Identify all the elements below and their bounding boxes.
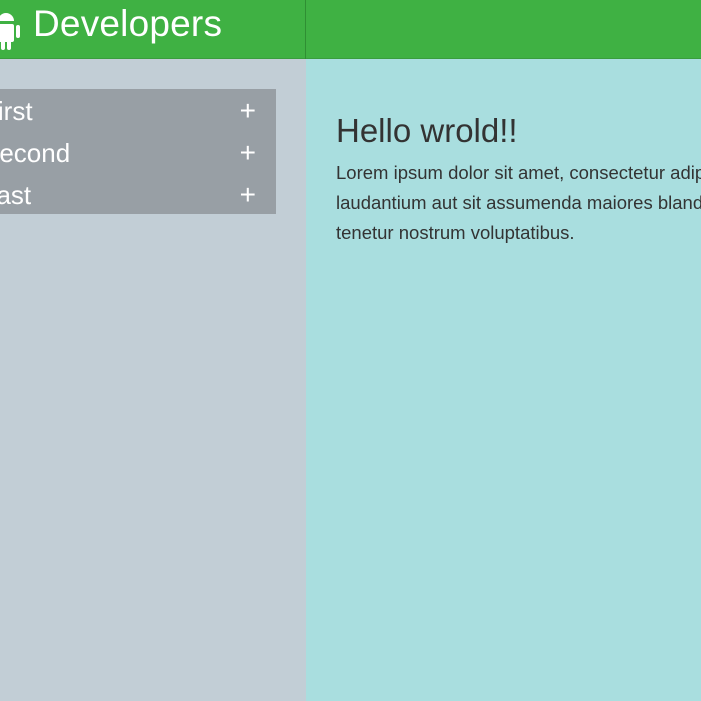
page-title: Hello wrold!! <box>336 112 518 149</box>
body-line: Lorem ipsum dolor sit amet, consectetur … <box>336 162 701 183</box>
sidebar-item-first[interactable]: First + <box>0 89 276 131</box>
sidebar-menu: First + Second + Last + <box>0 89 276 214</box>
header-divider <box>305 0 306 59</box>
sidebar-item-last[interactable]: Last + <box>0 173 276 215</box>
brand-title[interactable]: Developers <box>33 2 222 46</box>
sidebar-item-label: Last <box>0 180 32 210</box>
sidebar-item-label: Second <box>0 138 71 168</box>
sidebar: First + Second + Last + <box>0 59 306 701</box>
expand-plus-icon[interactable]: + <box>240 181 256 209</box>
top-nav-bar: Developers <box>0 0 701 59</box>
main-content: Hello wrold!! Lorem ipsum dolor sit amet… <box>306 59 701 701</box>
sidebar-item-second[interactable]: Second + <box>0 131 276 173</box>
body-line: tenetur nostrum voluptatibus. <box>336 222 575 243</box>
body-paragraph: Lorem ipsum dolor sit amet, consectetur … <box>336 158 701 248</box>
sidebar-item-label: First <box>0 96 33 126</box>
body-line: laudantium aut sit assumenda maiores bla… <box>336 192 701 213</box>
android-icon[interactable] <box>0 8 20 52</box>
page: Developers First + Second + Last + Hello… <box>0 0 701 701</box>
expand-plus-icon[interactable]: + <box>240 97 256 125</box>
expand-plus-icon[interactable]: + <box>240 139 256 167</box>
